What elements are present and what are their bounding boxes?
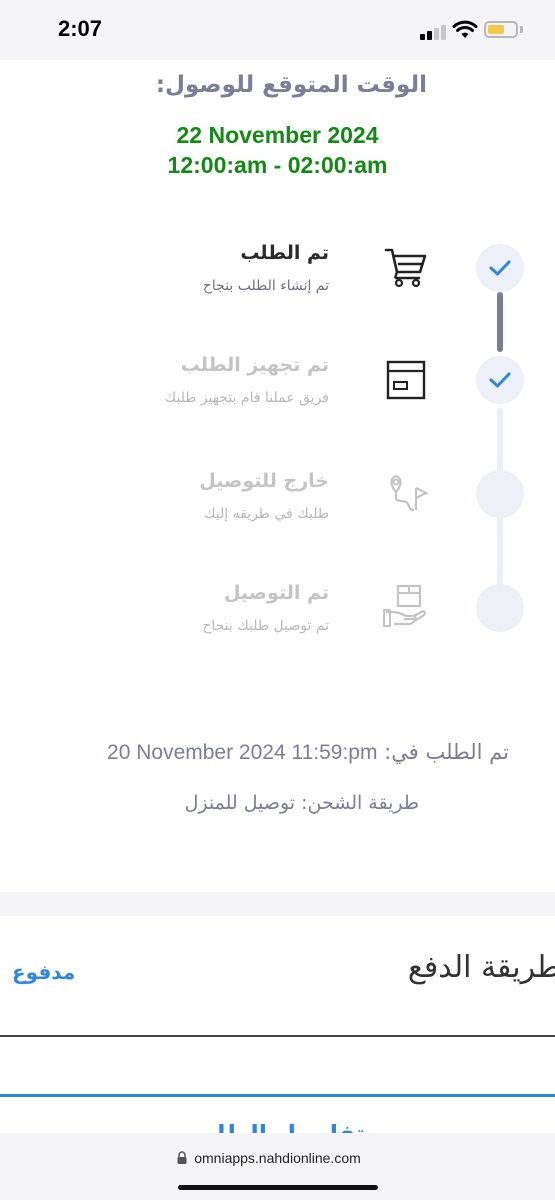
battery-icon xyxy=(484,21,518,38)
step-title: تم تجهيز الطلب xyxy=(180,354,329,376)
order-date-label: تم الطلب في: xyxy=(384,740,509,764)
step-subtitle: فريق عملنا قام بتجهيز طلبك xyxy=(164,390,329,406)
order-date-value: 20 November 2024 11:59:pm xyxy=(107,741,378,764)
box-window-icon xyxy=(386,360,426,400)
step-subtitle: طلبك في طريقه إليك xyxy=(203,506,329,522)
shipping-method-value: توصيل للمنزل xyxy=(184,792,296,814)
payment-status: مدفوع xyxy=(12,960,76,984)
payment-method-title: طريقة الدفع xyxy=(407,950,555,985)
step-subtitle: تم إنشاء الطلب بنجاح xyxy=(202,278,329,294)
checkmark-icon xyxy=(489,372,511,388)
timeline-progress-line xyxy=(497,292,503,352)
step-subtitle: تم توصيل طلبك بنجاح xyxy=(202,618,329,634)
tab-underline xyxy=(0,1094,555,1097)
route-pin-icon xyxy=(390,474,429,512)
step-pending-circle xyxy=(476,584,524,632)
cellular-signal-icon xyxy=(420,24,448,40)
step-check-circle xyxy=(476,244,524,292)
step-title: تم التوصيل xyxy=(223,582,329,604)
eta-label: الوقت المتوقع للوصول: xyxy=(155,72,427,98)
eta-date: 22 November 2024 xyxy=(176,122,379,148)
step-title: تم الطلب xyxy=(240,242,329,264)
eta-time-range: 12:00:am - 02:00:am xyxy=(167,152,388,178)
home-indicator xyxy=(178,1185,378,1190)
step-check-circle xyxy=(476,356,524,404)
status-time: 2:07 xyxy=(58,16,103,41)
cart-icon xyxy=(384,248,427,288)
shipping-method-row: طريقة الشحن: توصيل للمنزل xyxy=(185,792,419,814)
step-pending-circle xyxy=(476,470,524,518)
hand-box-icon xyxy=(383,584,426,627)
step-title: خارج للتوصيل xyxy=(199,470,329,492)
browser-url[interactable]: omniapps.nahdionline.com xyxy=(0,1150,555,1166)
divider xyxy=(0,1035,555,1037)
order-date-row: تم الطلب في: 20 November 2024 11:59:pm xyxy=(107,740,509,765)
checkmark-icon xyxy=(489,260,511,276)
section-separator xyxy=(0,892,555,916)
wifi-icon xyxy=(452,20,478,38)
shipping-method-label: طريقة الشحن: xyxy=(301,792,419,814)
